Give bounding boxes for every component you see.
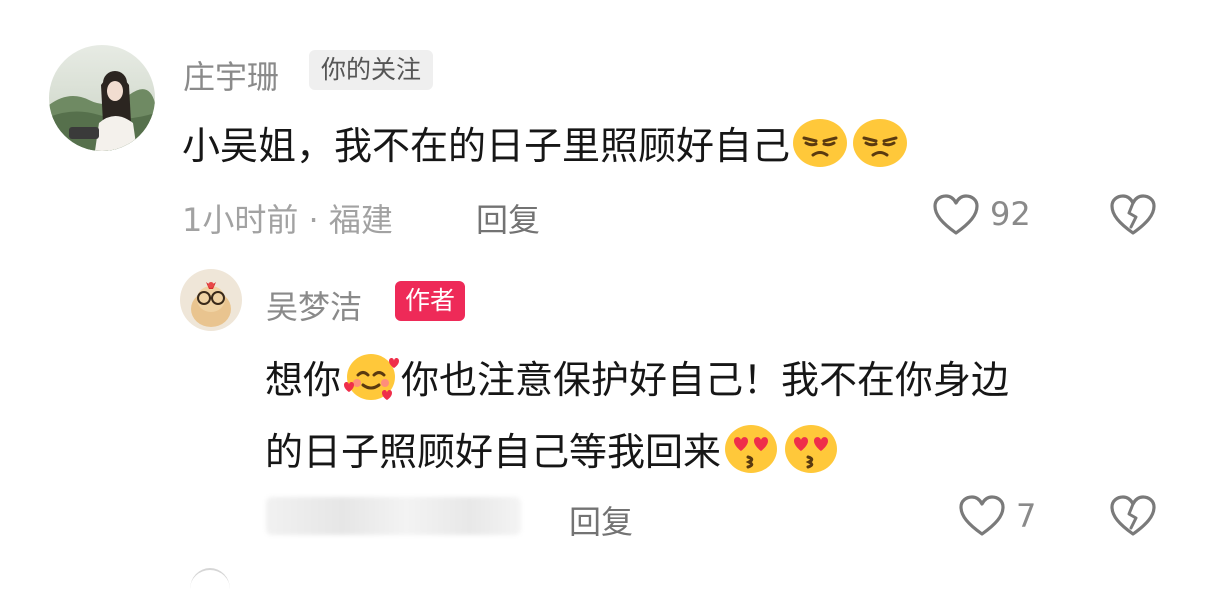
angry-face-emoji bbox=[791, 117, 849, 169]
broken-heart-icon[interactable] bbox=[1109, 494, 1157, 538]
reply-text-line2: 的日子照顾好自己等我回来 bbox=[265, 421, 841, 476]
kissing-heart-eyes-emoji bbox=[782, 423, 840, 475]
heart-icon[interactable] bbox=[958, 494, 1006, 538]
author-badge: 作者 bbox=[395, 281, 466, 321]
reply-reply-button[interactable]: 回复 bbox=[569, 497, 633, 543]
angry-face-emoji bbox=[851, 117, 909, 169]
smiling-face-with-hearts-emoji bbox=[342, 351, 400, 403]
broken-heart-icon[interactable] bbox=[1109, 193, 1157, 237]
commenter-avatar[interactable] bbox=[49, 45, 155, 151]
heart-icon[interactable] bbox=[932, 193, 980, 237]
reply-text-part1: 想你 bbox=[265, 358, 342, 402]
reply-text-line2-content: 的日子照顾好自己等我回来 bbox=[265, 430, 722, 474]
comment-text-content: 小吴姐，我不在的日子里照顾好自己 bbox=[182, 124, 791, 168]
reply-text-part2: 你也注意保护好自己！我不在你身边 bbox=[401, 358, 1010, 402]
following-badge: 你的关注 bbox=[309, 50, 434, 90]
reply-author-avatar[interactable] bbox=[180, 269, 242, 331]
comment-like-count: 92 bbox=[990, 195, 1031, 233]
reply-author-name[interactable]: 吴梦洁 bbox=[266, 282, 362, 328]
blurred-meta bbox=[266, 497, 521, 535]
commenter-name[interactable]: 庄宇珊 bbox=[183, 52, 279, 98]
comment-text: 小吴姐，我不在的日子里照顾好自己 bbox=[182, 115, 910, 170]
comment-reply-button[interactable]: 回复 bbox=[476, 195, 540, 241]
reply-text-line1: 想你 你也注意保护好自己！我不在你身边 bbox=[265, 349, 1009, 404]
kissing-heart-eyes-emoji bbox=[722, 423, 780, 475]
next-comment-avatar-edge bbox=[190, 568, 230, 610]
comment-meta: 1小时前 · 福建 bbox=[182, 201, 393, 239]
reply-like-count: 7 bbox=[1016, 497, 1037, 535]
